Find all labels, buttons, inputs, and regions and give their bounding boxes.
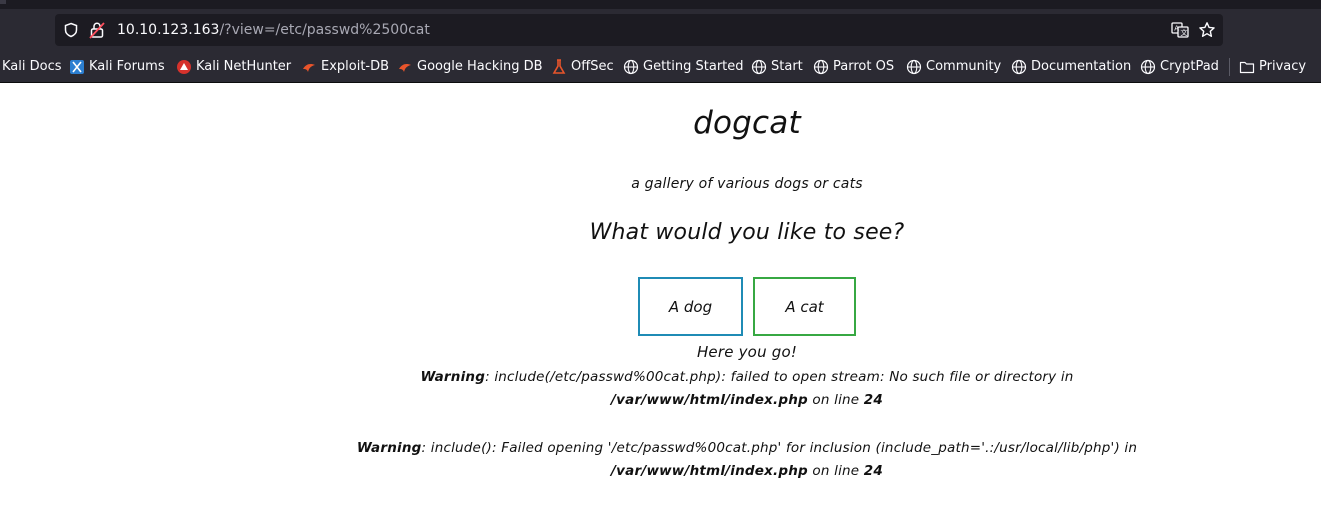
bookmark-label: Kali NetHunter: [196, 59, 292, 74]
bookmark-label: Getting Started: [643, 59, 744, 74]
kali-nethunter-icon: [177, 59, 191, 74]
dog-button[interactable]: A dog: [638, 277, 743, 336]
url-text[interactable]: 10.10.123.163/?view=/etc/passwd%2500cat: [117, 14, 430, 46]
warning-label: Warning: [420, 369, 486, 385]
google-hacking-db-icon: [399, 63, 411, 72]
result-text: Here you go!: [696, 343, 798, 361]
bookmark-community[interactable]: Community: [906, 51, 1001, 82]
bookmark-label: Kali Forums: [89, 59, 165, 74]
bookmark-label: Privacy: [1259, 59, 1307, 74]
svg-text:文: 文: [1181, 28, 1188, 37]
question-heading: What would you like to see?: [589, 220, 905, 245]
bookmark-label: Google Hacking DB: [417, 59, 543, 74]
bookmark-getting-started[interactable]: Getting Started: [623, 51, 744, 82]
kali-forums-icon: [70, 59, 84, 74]
navigation-bar: 10.10.123.163/?view=/etc/passwd%2500cat …: [0, 9, 1321, 51]
bookmark-cryptpad[interactable]: CryptPad: [1140, 51, 1219, 82]
globe-icon: [906, 59, 922, 74]
bookmark-label: Documentation: [1031, 59, 1132, 74]
warning-on-line: on line: [807, 463, 864, 479]
bookmark-offsec[interactable]: OffSec: [551, 51, 614, 82]
bookmark-label: CryptPad: [1160, 59, 1219, 74]
bookmark-kali-nethunter[interactable]: Kali NetHunter: [176, 51, 291, 82]
globe-icon: [623, 59, 639, 74]
globe-icon: [751, 59, 767, 74]
bookmark-kali-docs[interactable]: Kali Docs: [2, 51, 62, 82]
bookmark-label: Kali Docs: [2, 59, 62, 74]
bookmark-folder-privacy[interactable]: Privacy: [1239, 51, 1306, 82]
page-tagline: a gallery of various dogs or cats: [631, 176, 863, 192]
bookmarks-separator: [1229, 58, 1230, 76]
svg-text:A: A: [1174, 25, 1179, 33]
warning-label: Warning: [356, 440, 422, 456]
bookmark-label: Start: [771, 59, 803, 74]
globe-icon: [813, 59, 829, 74]
shield-icon[interactable]: [63, 22, 79, 38]
php-warning-2: Warning: include(): Failed opening '/etc…: [340, 437, 1154, 483]
bookmark-google-hacking-db[interactable]: Google Hacking DB: [397, 51, 543, 82]
bookmark-label: Exploit-DB: [321, 59, 390, 74]
bookmark-parrot-os[interactable]: Parrot OS: [813, 51, 894, 82]
warning-message: : include(): Failed opening '/etc/passwd…: [421, 440, 1138, 456]
bookmark-label: OffSec: [571, 59, 614, 74]
bookmark-start[interactable]: Start: [751, 51, 803, 82]
page-content: dogcat a gallery of various dogs or cats…: [0, 83, 1321, 514]
php-warning-1: Warning: include(/etc/passwd%00cat.php):…: [340, 366, 1154, 412]
bookmark-label: Parrot OS: [833, 59, 895, 74]
url-bar[interactable]: 10.10.123.163/?view=/etc/passwd%2500cat …: [55, 14, 1223, 46]
insecure-lock-icon[interactable]: [89, 21, 105, 39]
offsec-icon: [552, 58, 566, 74]
warning-file: /var/www/html/index.php: [611, 392, 808, 408]
exploit-db-icon: [303, 63, 315, 72]
bookmark-documentation[interactable]: Documentation: [1011, 51, 1131, 82]
page-title: dogcat: [693, 105, 801, 141]
bookmark-exploit-db[interactable]: Exploit-DB: [301, 51, 389, 82]
translate-icon[interactable]: A 文: [1171, 21, 1189, 39]
bookmark-star-icon[interactable]: [1198, 21, 1216, 39]
globe-icon: [1011, 59, 1027, 74]
bookmark-label: Community: [926, 59, 1002, 74]
warning-message: : include(/etc/passwd%00cat.php): failed…: [485, 369, 1074, 385]
warning-file: /var/www/html/index.php: [611, 463, 808, 479]
tab-strip: [0, 0, 1321, 9]
warning-on-line: on line: [807, 392, 864, 408]
folder-icon: [1239, 61, 1255, 73]
warning-line-number: 24: [863, 392, 883, 408]
warning-line-number: 24: [863, 463, 883, 479]
cat-button[interactable]: A cat: [753, 277, 856, 336]
tab-edge: [0, 0, 6, 4]
bookmark-kali-forums[interactable]: Kali Forums: [69, 51, 165, 82]
bookmarks-toolbar: Kali Docs Kali Forums Kali NetHunter Exp…: [0, 51, 1321, 83]
url-path: /?view=/etc/passwd%2500cat: [219, 22, 430, 38]
globe-icon: [1140, 59, 1156, 74]
url-host: 10.10.123.163: [117, 22, 220, 38]
